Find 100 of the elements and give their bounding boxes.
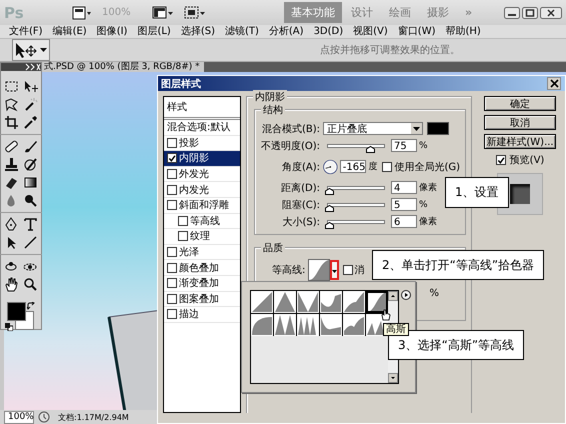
blend-mode-dropdown[interactable]: 正片叠底 [323, 122, 423, 135]
menu-item[interactable]: 滤镜(T) [220, 25, 264, 38]
angle-field[interactable]: -165 [340, 160, 366, 173]
number-field[interactable]: 75 [391, 139, 417, 152]
style-item[interactable]: 外发光 [164, 166, 240, 182]
slider-thumb[interactable] [325, 204, 334, 212]
dialog-button[interactable]: 确定 [484, 96, 556, 111]
slider-thumb[interactable] [325, 222, 334, 228]
number-field[interactable]: 5 [391, 198, 417, 211]
contour-thumbnail[interactable] [343, 291, 365, 313]
menu-item[interactable]: 编辑(E) [48, 25, 92, 38]
marquee-icon[interactable] [4, 79, 19, 94]
menu-item[interactable]: 文件(F) [4, 25, 48, 38]
checkbox[interactable] [167, 184, 177, 195]
scroll-up-icon[interactable] [388, 291, 398, 301]
menu-item[interactable]: 视图(V) [348, 25, 393, 38]
move-icon[interactable] [23, 79, 38, 94]
line-icon[interactable] [23, 235, 38, 250]
style-item[interactable]: 描边 [164, 307, 240, 323]
stamp-icon[interactable] [4, 157, 19, 172]
clock-icon[interactable] [38, 411, 50, 423]
crop-icon[interactable] [4, 115, 19, 130]
checkbox[interactable] [178, 231, 188, 242]
checkbox[interactable] [382, 162, 392, 172]
checkbox[interactable] [343, 265, 354, 275]
contour-thumbnail[interactable] [297, 314, 319, 336]
foreground-color-swatch[interactable] [7, 302, 26, 321]
checkbox[interactable] [167, 247, 177, 258]
eraser-icon[interactable] [4, 175, 19, 190]
styles-header[interactable]: 样式 [164, 97, 240, 120]
contour-thumbnail[interactable] [274, 314, 296, 336]
checkbox[interactable] [167, 138, 177, 148]
layout-icon[interactable] [152, 6, 174, 20]
menu-item[interactable]: 图像(I) [92, 25, 132, 38]
checkbox[interactable] [167, 294, 177, 304]
contour-thumbnail[interactable] [343, 314, 365, 336]
slider-thumb[interactable] [325, 188, 334, 194]
blending-options-item[interactable]: 混合选项:默认 [164, 120, 240, 136]
screen-mode-icon[interactable] [184, 6, 206, 20]
pen-icon[interactable] [4, 217, 19, 232]
menu-item[interactable]: 帮助(H) [440, 25, 486, 38]
style-item[interactable]: 内发光 [164, 182, 240, 198]
dialog-button[interactable]: 取消 [484, 115, 556, 130]
dialog-button[interactable]: 新建样式(W)... [484, 134, 556, 149]
close-icon[interactable] [540, 6, 562, 18]
contour-thumbnail[interactable] [366, 291, 388, 313]
style-item[interactable]: 图案叠加 [164, 292, 240, 308]
menu-item[interactable]: 选择(S) [176, 25, 220, 38]
contour-thumbnail[interactable] [320, 291, 342, 313]
hand-icon[interactable] [4, 277, 19, 292]
contour-thumbnail[interactable] [297, 291, 319, 313]
contour-thumbnail[interactable] [320, 314, 342, 336]
zoom-icon[interactable] [23, 277, 38, 292]
style-item[interactable]: 斜面和浮雕 [164, 198, 240, 214]
lasso-icon[interactable] [4, 97, 19, 112]
style-item[interactable]: 纹理 [164, 229, 240, 245]
menu-item[interactable]: 图层(L) [132, 25, 176, 38]
checkbox[interactable] [167, 169, 177, 180]
minimize-icon[interactable] [504, 6, 520, 18]
type-icon[interactable] [23, 217, 38, 232]
contour-thumbnail[interactable] [251, 314, 273, 336]
magic-wand-icon[interactable] [23, 97, 38, 112]
style-item[interactable]: 等高线 [164, 214, 240, 230]
tool-preset-picker[interactable] [12, 39, 50, 61]
slider-thumb[interactable] [366, 146, 375, 152]
zoom-field[interactable]: 100% [4, 410, 34, 424]
checkbox[interactable] [167, 153, 177, 164]
number-field[interactable]: 4 [391, 181, 417, 194]
checkbox[interactable] [496, 155, 506, 165]
document-icon[interactable] [72, 6, 92, 20]
checkbox[interactable] [167, 262, 177, 273]
scroll-down-icon[interactable] [388, 373, 398, 383]
caret-icon [40, 48, 47, 52]
shadow-color-swatch[interactable] [427, 122, 449, 135]
maximize-icon[interactable] [522, 6, 538, 18]
default-colors-icon[interactable] [5, 323, 13, 331]
unit-label: % [419, 200, 428, 210]
style-item[interactable]: 内阴影 [164, 151, 240, 167]
field-label: 大小(S): [281, 216, 321, 228]
close-button[interactable] [547, 77, 561, 90]
contour-thumbnail[interactable] [251, 291, 273, 313]
contour-preview[interactable] [308, 259, 330, 281]
callout-note: 2、单击打开“等高线”拾色器 [372, 250, 544, 280]
checkbox[interactable] [178, 216, 188, 226]
menu-item[interactable]: 窗口(W) [392, 25, 440, 38]
style-item[interactable]: 光泽 [164, 244, 240, 260]
menu-item[interactable]: 3D(D) [308, 25, 348, 38]
contour-thumbnail[interactable] [274, 291, 296, 313]
gradient-icon[interactable] [23, 175, 38, 190]
style-item[interactable]: 渐变叠加 [164, 276, 240, 292]
checkbox[interactable] [167, 200, 177, 210]
eyedropper-icon[interactable] [23, 115, 38, 130]
checkbox[interactable] [167, 309, 177, 320]
contour-dropdown-button[interactable] [330, 260, 340, 280]
menu-item[interactable]: 分析(A) [264, 25, 309, 38]
brush-icon[interactable] [23, 139, 38, 154]
swap-arrow-icon[interactable] [27, 302, 35, 310]
style-item[interactable]: 颜色叠加 [164, 260, 240, 276]
checkbox[interactable] [167, 278, 177, 288]
number-field[interactable]: 6 [391, 215, 417, 228]
